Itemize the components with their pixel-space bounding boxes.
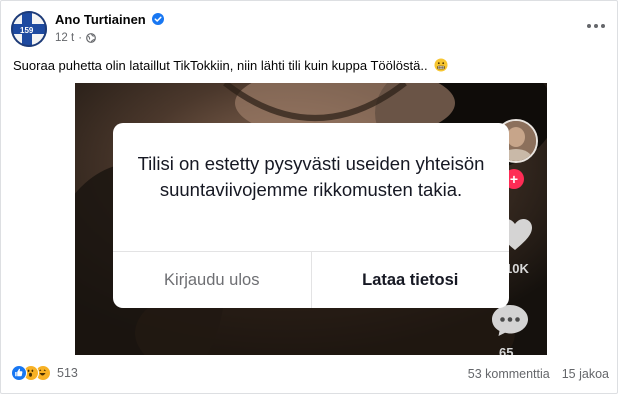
reactions-summary[interactable]: 513 xyxy=(11,365,78,381)
engagement-stats: 53 kommenttia 15 jakoa xyxy=(468,367,609,381)
avatar-badge-text: 159 xyxy=(20,26,34,35)
download-data-button[interactable]: Lataa tietosi xyxy=(312,252,510,308)
more-options-icon xyxy=(587,24,591,28)
logout-button[interactable]: Kirjaudu ulos xyxy=(113,252,312,308)
like-icon xyxy=(11,365,27,381)
post-text: Suoraa puhetta olin lataillut TikTokkiin… xyxy=(13,58,428,73)
comments-count-link[interactable]: 53 kommenttia xyxy=(468,367,550,381)
post-header: 159 Ano Turtiainen 12 t · xyxy=(1,1,618,53)
facebook-post: 159 Ano Turtiainen 12 t · Suoraa puhetta… xyxy=(0,0,618,394)
post-timestamp[interactable]: 12 t xyxy=(55,32,74,44)
shares-count-link[interactable]: 15 jakoa xyxy=(562,367,609,381)
post-meta: 12 t · xyxy=(55,32,96,44)
grimacing-face-emoji-icon xyxy=(434,58,448,72)
reaction-count: 513 xyxy=(57,366,78,380)
author-avatar[interactable]: 159 xyxy=(11,11,47,47)
dialog-message: Tilisi on estetty pysyvästi useiden yhte… xyxy=(137,153,485,200)
account-banned-dialog: Tilisi on estetty pysyvästi useiden yhte… xyxy=(113,123,509,308)
meta-separator: · xyxy=(78,32,83,44)
author-name[interactable]: Ano Turtiainen xyxy=(55,12,146,27)
more-options-button[interactable] xyxy=(585,19,607,33)
post-text-container: Suoraa puhetta olin lataillut TikTokkiin… xyxy=(13,58,448,73)
comment-bubble-icon[interactable] xyxy=(491,303,529,337)
globe-icon xyxy=(86,33,96,43)
tiktok-comment-count: 65 xyxy=(499,345,514,355)
verified-badge-icon xyxy=(152,13,164,25)
dialog-actions: Kirjaudu ulos Lataa tietosi xyxy=(113,252,509,308)
